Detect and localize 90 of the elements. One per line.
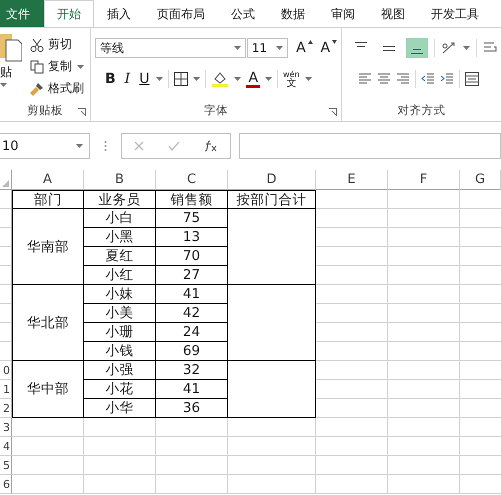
more-dots-icon	[104, 140, 107, 152]
decrease-indent-icon[interactable]	[421, 72, 435, 86]
header-cell: 按部门合计	[228, 190, 316, 209]
caret-icon[interactable]	[77, 64, 84, 68]
caret-icon[interactable]	[463, 46, 470, 50]
paste-button[interactable]: 贴	[0, 32, 26, 99]
table-cell: 42	[156, 304, 228, 323]
increase-indent-icon[interactable]	[440, 72, 454, 86]
table-cell: 41	[156, 380, 228, 399]
name-box[interactable]: 10	[0, 133, 90, 159]
department-cell: 华南部	[12, 209, 84, 285]
shrink-font-button[interactable]: A	[318, 40, 332, 56]
lines-icon	[382, 46, 396, 50]
check-icon[interactable]	[168, 141, 180, 151]
table-cell: 75	[156, 209, 228, 228]
dialog-launcher-icon[interactable]	[78, 108, 86, 116]
file-tab[interactable]: 文件	[0, 0, 44, 27]
align-right-icon[interactable]	[396, 72, 410, 86]
copy-button[interactable]: 复制	[30, 58, 72, 75]
caret-icon[interactable]	[76, 144, 83, 148]
fill-color-icon[interactable]	[211, 71, 230, 87]
table-cell: 70	[156, 247, 228, 266]
table-cell: 13	[156, 228, 228, 247]
borders-icon[interactable]	[174, 72, 188, 86]
table-cell: 小华	[84, 399, 156, 418]
header-cell: 销售额	[156, 190, 228, 209]
ribbon-tab[interactable]: 页面布局	[144, 0, 218, 27]
table-cell: 小美	[84, 304, 156, 323]
table-cell: 小黑	[84, 228, 156, 247]
ribbon-tab[interactable]: 视图	[368, 0, 418, 27]
bottom-align-button[interactable]	[406, 38, 428, 58]
font-name-field[interactable]: 等线	[95, 38, 246, 58]
caret-icon[interactable]	[193, 77, 200, 81]
italic-button[interactable]: I	[122, 71, 132, 87]
bold-button[interactable]: B	[103, 71, 118, 87]
table-cell: 小珊	[84, 323, 156, 342]
scissors-icon	[30, 38, 44, 52]
table-cell: 69	[156, 342, 228, 361]
grow-font-button[interactable]: A	[294, 40, 308, 56]
dialog-launcher-icon[interactable]	[329, 108, 337, 116]
lines-icon	[410, 49, 424, 54]
merge-cells-icon[interactable]	[465, 72, 479, 86]
up-arrow-icon	[308, 40, 313, 44]
caret-icon[interactable]	[265, 77, 272, 81]
lines-icon	[354, 42, 368, 47]
phonetic-button[interactable]: wén 文	[283, 70, 300, 88]
ribbon-tab[interactable]: 公式	[218, 0, 268, 27]
caret-icon[interactable]	[156, 77, 164, 81]
insert-function-icon[interactable]	[204, 140, 218, 152]
table-cell: 36	[156, 399, 228, 418]
ribbon-tab[interactable]: 审阅	[318, 0, 368, 27]
font-size-field[interactable]: 11	[246, 38, 288, 58]
table-cell: 小花	[84, 380, 156, 399]
ribbon-tab[interactable]: 开始	[44, 0, 94, 27]
ribbon-tab[interactable]: 插入	[94, 0, 144, 27]
table-cell: 小红	[84, 266, 156, 285]
table-cell: 小强	[84, 361, 156, 380]
header-cell: 业务员	[84, 190, 156, 209]
table-cell: 32	[156, 361, 228, 380]
table-cell: 夏红	[84, 247, 156, 266]
orientation-icon[interactable]	[441, 41, 457, 55]
formula-input[interactable]	[239, 133, 501, 159]
underline-button[interactable]: U	[137, 71, 152, 87]
caret-icon[interactable]	[276, 46, 284, 50]
format-painter-button[interactable]: 格式刷	[30, 80, 84, 97]
header-cell: 部门	[12, 190, 84, 209]
table-cell: 24	[156, 323, 228, 342]
caret-icon[interactable]	[0, 83, 7, 87]
caret-icon[interactable]	[234, 46, 241, 50]
copy-icon	[30, 60, 44, 74]
table-cell: 小白	[84, 209, 156, 228]
table-cell: 小妹	[84, 285, 156, 304]
caret-icon[interactable]	[304, 77, 312, 81]
cut-button[interactable]: 剪切	[30, 36, 84, 53]
table-cell: 小钱	[84, 342, 156, 361]
ribbon-tab[interactable]: 数据	[268, 0, 318, 27]
font-color-button[interactable]: A	[246, 70, 260, 88]
department-cell: 华北部	[12, 285, 84, 361]
brush-icon	[30, 82, 44, 96]
align-left-icon[interactable]	[358, 72, 372, 86]
table-cell: 41	[156, 285, 228, 304]
down-arrow-icon	[332, 40, 337, 44]
group-label: 对齐方式	[398, 102, 446, 118]
department-cell: 华中部	[12, 361, 84, 418]
group-label: 字体	[204, 102, 228, 118]
table-cell: 27	[156, 266, 228, 285]
caret-icon[interactable]	[234, 77, 242, 81]
ribbon-tab[interactable]: 开发工具	[418, 0, 492, 27]
align-center-icon[interactable]	[377, 72, 391, 86]
group-label: 剪贴板	[27, 102, 63, 118]
